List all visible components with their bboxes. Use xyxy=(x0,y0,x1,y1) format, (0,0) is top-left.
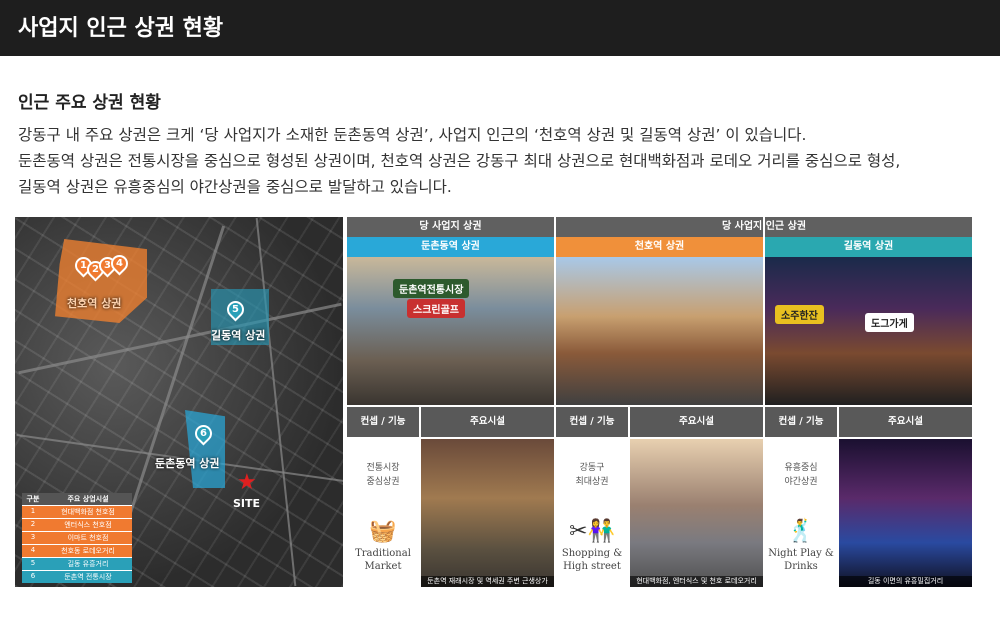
dunchon-zone-label: 둔촌동역 상권 xyxy=(155,457,220,470)
market-basket-icon: 🧺 xyxy=(369,519,397,544)
section-description: 강동구 내 주요 상권은 크게 ‘당 사업지가 소재한 둔촌동역 상권’, 사업… xyxy=(18,122,988,200)
column-header-cheonho: 천호역 상권 xyxy=(556,237,763,257)
description-line: 길동역 상권은 유흥중심의 야간상권을 중심으로 발달하고 있습니다. xyxy=(18,178,452,196)
description-line: 둔촌동역 상권은 전통시장을 중심으로 형성된 상권이며, 천호역 상권은 강동… xyxy=(18,152,901,170)
dunchon-zone xyxy=(185,410,225,488)
gildong-zone-label: 길동역 상권 xyxy=(211,329,266,342)
dunchon-facility-photo: 둔촌역 재래시장 및 역세권 주변 근생상가 xyxy=(421,439,554,587)
facility-header: 주요시설 xyxy=(839,407,972,437)
legend-row: 2 엔터식스 천호점 xyxy=(22,518,132,531)
dancing-people-icon: 🕺 xyxy=(787,519,815,544)
legend-row: 5 길동 유흥거리 xyxy=(22,557,132,570)
facility-caption: 현대백화점, 엔터식스 및 천호 로데오거리 xyxy=(630,576,763,587)
site-star-icon: ★ xyxy=(237,470,257,495)
concept-header: 컨셉 / 기능 xyxy=(556,407,628,437)
column-divider xyxy=(763,217,765,587)
gildong-facility-photo: 길동 이면의 유흥밀집거리 xyxy=(839,439,972,587)
row-divider xyxy=(347,511,419,513)
own-area-group-header: 당 사업지 상권 xyxy=(347,217,554,237)
concept-cell: 강동구 최대상권 xyxy=(556,439,628,511)
photo-sign: 스크린골프 xyxy=(407,299,465,318)
photo-sign: 둔촌역전통시장 xyxy=(393,279,470,298)
legend-row: 6 둔촌역 전통시장 xyxy=(22,570,132,583)
section-subtitle: 인근 주요 상권 현황 xyxy=(18,93,161,113)
concept-cell: 유흥중심 야간상권 xyxy=(765,439,837,511)
cheonho-street-photo xyxy=(556,257,763,405)
concept-cell: 전통시장 중심상권 xyxy=(347,439,419,511)
legend-row: 1 현대백화점 천호점 xyxy=(22,505,132,518)
map-legend: 구분 주요 상업시설 1 현대백화점 천호점 2 엔터식스 천호점 3 이마트 천호점… xyxy=(22,493,132,583)
row-divider xyxy=(765,511,837,513)
icon-cell: ✂👫 Shopping & High street xyxy=(556,513,628,587)
site-label: SITE xyxy=(233,497,261,510)
concept-header: 컨셉 / 기능 xyxy=(765,407,837,437)
concept-header: 컨셉 / 기능 xyxy=(347,407,419,437)
column-header-dunchon: 둔촌동역 상권 xyxy=(347,237,554,257)
gildong-street-photo: 소주한잔 도그가게 xyxy=(765,257,972,405)
column-header-gildong: 길동역 상권 xyxy=(765,237,972,257)
description-line: 강동구 내 주요 상권은 크게 ‘당 사업지가 소재한 둔촌동역 상권’, 사업… xyxy=(18,126,807,144)
photo-sign: 소주한잔 xyxy=(775,305,824,324)
dunchon-street-photo: 둔촌역전통시장 스크린골프 xyxy=(347,257,554,405)
legend-row: 3 이마트 천호점 xyxy=(22,531,132,544)
legend-header: 구분 주요 상업시설 xyxy=(22,493,132,505)
map-road xyxy=(255,217,297,587)
icon-cell: 🧺 Traditional Market xyxy=(347,513,419,587)
icon-cell: 🕺 Night Play & Drinks xyxy=(765,513,837,587)
row-divider xyxy=(556,511,628,513)
column-divider xyxy=(554,217,556,587)
photo-sign: 도그가게 xyxy=(865,313,914,332)
cheonho-facility-photo: 현대백화점, 엔터식스 및 천호 로데오거리 xyxy=(630,439,763,587)
facility-caption: 길동 이면의 유흥밀집거리 xyxy=(839,576,972,587)
cheonho-zone-label: 천호역 상권 xyxy=(67,297,122,310)
facility-header: 주요시설 xyxy=(421,407,554,437)
facility-header: 주요시설 xyxy=(630,407,763,437)
commercial-area-table: 당 사업지 상권 당 사업지 인근 상권 둔촌동역 상권 천호역 상권 길동역 … xyxy=(347,217,972,587)
satellite-map: 1 2 3 4 5 6 천호역 상권 길동역 상권 둔촌동역 상권 ★ SITE… xyxy=(15,217,343,587)
facility-caption: 둔촌역 재래시장 및 역세권 주변 근생상가 xyxy=(421,576,554,587)
legend-row: 4 천호동 로데오거리 xyxy=(22,544,132,557)
page-title: 사업지 인근 상권 현황 xyxy=(0,0,1000,56)
shopping-people-icon: ✂👫 xyxy=(569,519,615,544)
